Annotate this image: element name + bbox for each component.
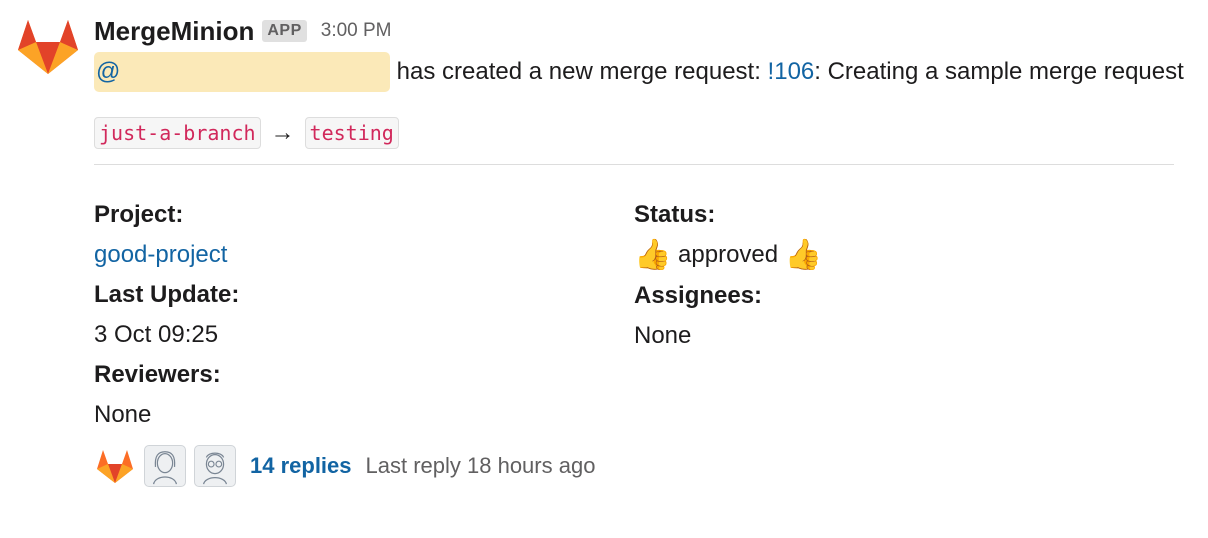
replies-link[interactable]: 14 replies <box>250 453 352 479</box>
message-text-post: : Creating a sample merge request <box>814 58 1184 85</box>
status-label: Status: <box>634 201 716 228</box>
last-reply-text: Last reply 18 hours ago <box>365 453 596 478</box>
fields-section: Project: good-project Last Update: 3 Oct… <box>94 195 1184 435</box>
branch-row: just-a-branch → testing <box>94 116 1184 150</box>
thread-summary[interactable]: 14 replies Last reply 18 hours ago <box>94 441 1184 491</box>
divider <box>94 164 1174 165</box>
gitlab-fox-avatar[interactable] <box>14 12 82 80</box>
message: MergeMinion APP 3:00 PM @ has created a … <box>0 0 1208 538</box>
message-header: MergeMinion APP 3:00 PM <box>94 10 1184 52</box>
target-branch: testing <box>304 117 399 149</box>
last-update-value: 3 Oct 09:25 <box>94 321 219 348</box>
participant-avatar[interactable] <box>194 445 236 487</box>
project-link[interactable]: good-project <box>94 235 634 275</box>
thumbs-up-icon: 👍 <box>784 238 823 272</box>
reviewers-label: Reviewers: <box>94 361 221 388</box>
merge-request-link[interactable]: !106 <box>768 58 815 85</box>
gitlab-fox-icon <box>97 450 133 483</box>
thumbs-up-icon: 👍 <box>634 238 672 272</box>
arrow-icon: → <box>270 119 295 146</box>
assignees-value: None <box>634 321 692 349</box>
participant-avatar[interactable] <box>144 445 186 487</box>
source-branch: just-a-branch <box>94 117 261 149</box>
project-label: Project: <box>94 201 184 228</box>
fields-right-column: Status: 👍 approved 👍 Assignees: None <box>634 195 1174 435</box>
message-content: MergeMinion APP 3:00 PM @ has created a … <box>94 10 1184 491</box>
app-badge: APP <box>262 20 307 42</box>
reviewers-value: None <box>94 401 152 428</box>
fields-left-column: Project: good-project Last Update: 3 Oct… <box>94 195 634 435</box>
timestamp[interactable]: 3:00 PM <box>321 20 392 42</box>
sender-name[interactable]: MergeMinion <box>94 16 254 47</box>
status-value-row: 👍 approved 👍 <box>634 235 1174 276</box>
last-update-label: Last Update: <box>94 281 240 308</box>
assignees-label: Assignees: <box>634 281 763 309</box>
message-text-pre: has created a new merge request: <box>396 58 768 85</box>
message-body: @ has created a new merge request: !106:… <box>94 52 1184 92</box>
status-value: approved <box>678 241 779 268</box>
user-mention[interactable]: @ <box>94 52 390 92</box>
